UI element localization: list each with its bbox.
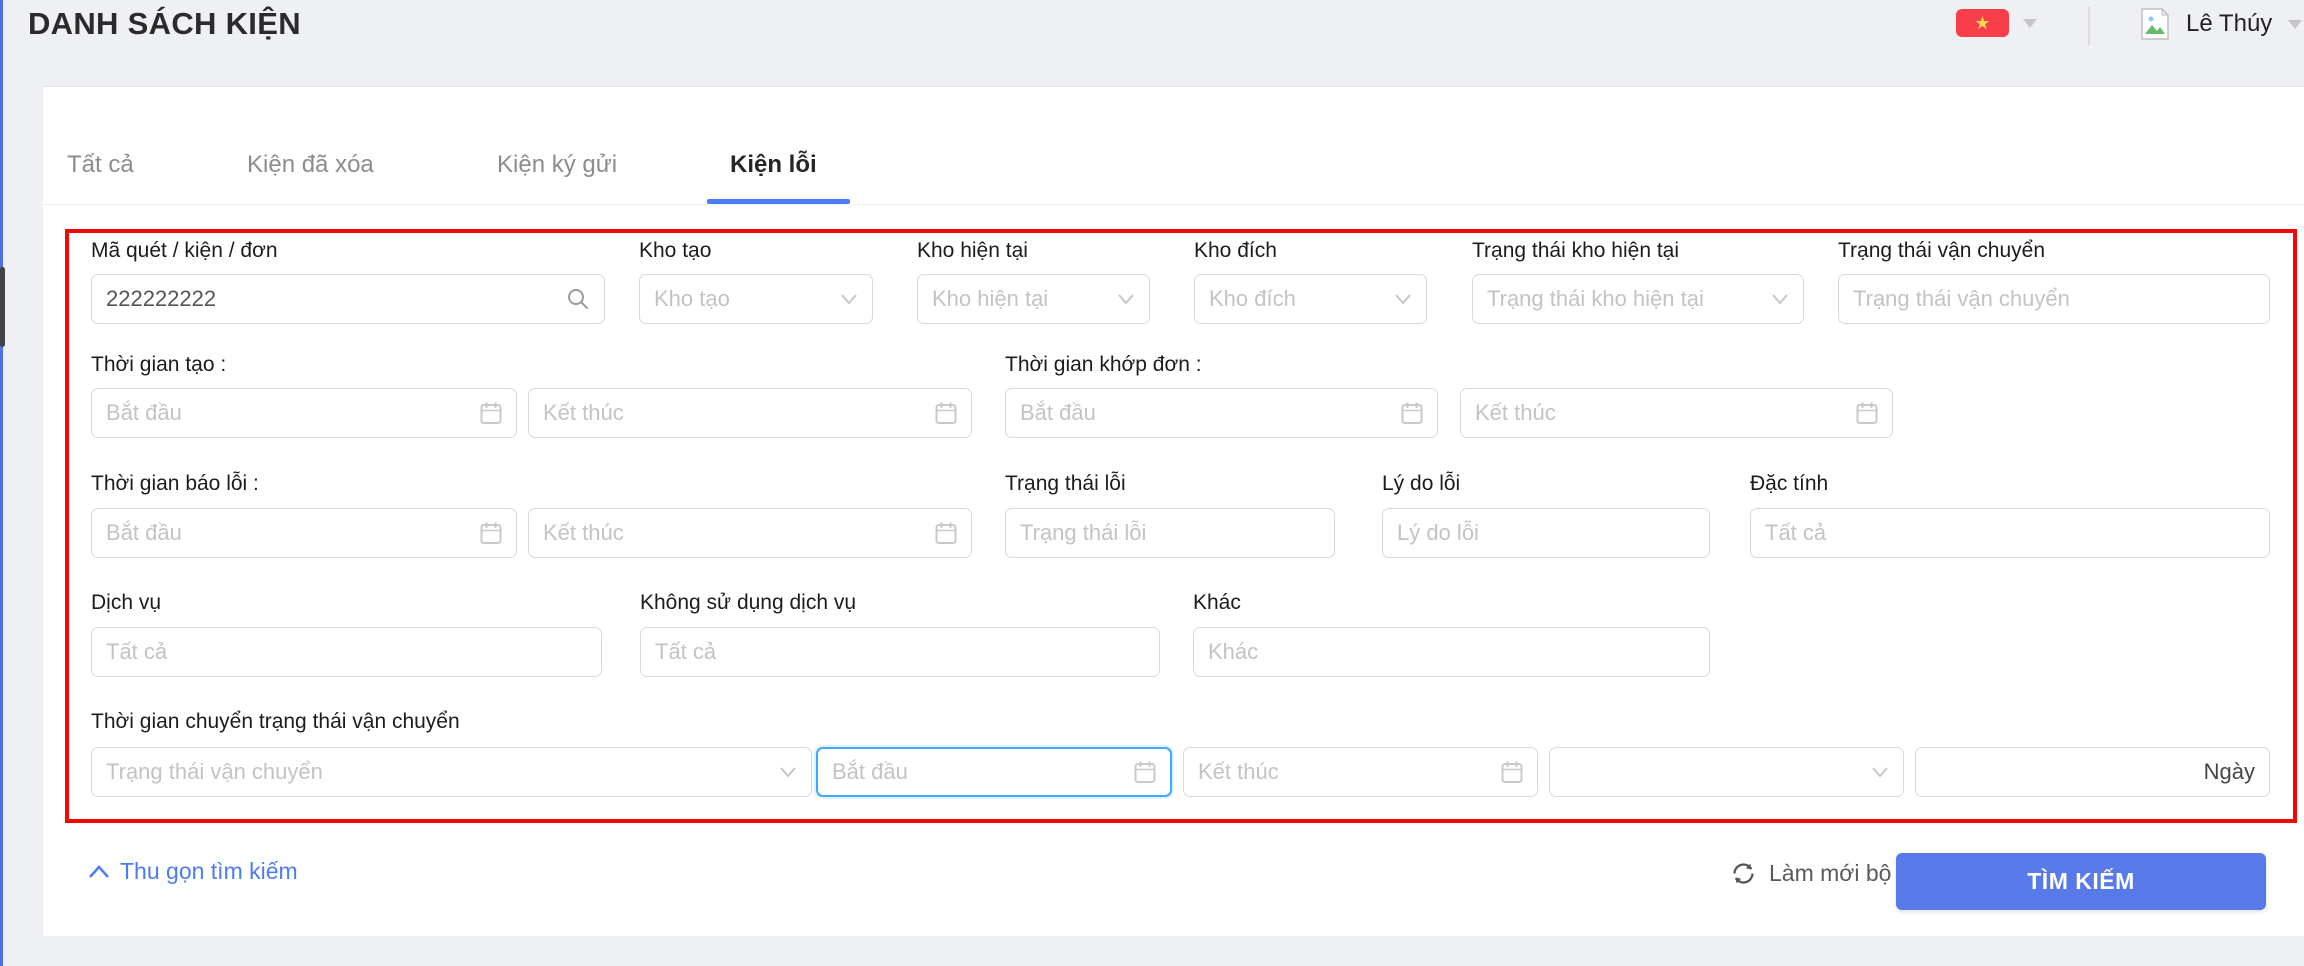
trang-thai-kho-hien-tai-label: Trạng thái kho hiện tại xyxy=(1472,238,1679,264)
thoi-gian-tao-start-input[interactable] xyxy=(106,400,472,426)
chevron-up-icon xyxy=(88,864,110,879)
thoi-gian-tao-start-field[interactable] xyxy=(91,388,517,438)
thoi-gian-tao-end-field[interactable] xyxy=(528,388,972,438)
trang-thai-kho-hien-tai-select[interactable]: Trạng thái kho hiện tại xyxy=(1472,274,1804,324)
kho-hien-tai-label: Kho hiện tại xyxy=(917,238,1028,264)
scan-code-field[interactable] xyxy=(91,274,605,324)
kho-hien-tai-select[interactable]: Kho hiện tại xyxy=(917,274,1150,324)
search-icon xyxy=(566,287,590,311)
trang-thai-loi-input[interactable] xyxy=(1020,520,1320,546)
trang-thai-kho-hien-tai-placeholder: Trạng thái kho hiện tại xyxy=(1487,286,1763,312)
header-divider xyxy=(2088,7,2090,45)
ly-do-loi-label: Lý do lỗi xyxy=(1382,471,1460,497)
chevron-down-icon xyxy=(840,293,858,305)
trang-thai-van-chuyen-label: Trạng thái vận chuyển xyxy=(1838,238,2045,264)
dac-tinh-input[interactable] xyxy=(1765,520,2255,546)
kho-tao-placeholder: Kho tạo xyxy=(654,286,832,312)
chuyen-trang-thai-status-select[interactable]: Trạng thái vận chuyển xyxy=(91,747,812,797)
kho-tao-select[interactable]: Kho tạo xyxy=(639,274,873,324)
tab-kien-da-xoa[interactable]: Kiện đã xóa xyxy=(247,150,374,180)
tab-kien-loi[interactable]: Kiện lỗi xyxy=(730,150,817,180)
thoi-gian-bao-loi-end-input[interactable] xyxy=(543,520,927,546)
chevron-down-icon xyxy=(779,766,797,778)
vertical-scrollbar-thumb[interactable] xyxy=(0,267,5,347)
kho-dich-label: Kho đích xyxy=(1194,238,1277,264)
dac-tinh-field[interactable] xyxy=(1750,508,2270,558)
user-name: Lê Thúy xyxy=(2186,10,2272,38)
chuyen-trang-thai-start-input[interactable] xyxy=(832,759,1126,785)
thoi-gian-bao-loi-label: Thời gian báo lỗi : xyxy=(91,471,259,497)
trang-thai-van-chuyen-field[interactable] xyxy=(1838,274,2270,324)
left-edge-accent xyxy=(0,0,3,966)
calendar-icon xyxy=(1501,760,1523,784)
dich-vu-label: Dịch vụ xyxy=(91,590,161,616)
khong-su-dung-dich-vu-label: Không sử dụng dịch vụ xyxy=(640,590,856,616)
thoi-gian-bao-loi-start-input[interactable] xyxy=(106,520,472,546)
ly-do-loi-input[interactable] xyxy=(1397,520,1695,546)
refresh-icon xyxy=(1730,860,1757,887)
chuyen-trang-thai-extra-select[interactable] xyxy=(1549,747,1904,797)
chevron-down-icon xyxy=(1394,293,1412,305)
calendar-icon xyxy=(1134,760,1156,784)
scan-code-input[interactable] xyxy=(106,286,558,312)
calendar-icon xyxy=(935,521,957,545)
caret-down-icon xyxy=(2288,20,2302,29)
trang-thai-loi-field[interactable] xyxy=(1005,508,1335,558)
thoi-gian-khop-don-start-input[interactable] xyxy=(1020,400,1393,426)
dich-vu-input[interactable] xyxy=(106,639,587,665)
thoi-gian-bao-loi-start-field[interactable] xyxy=(91,508,517,558)
khac-label: Khác xyxy=(1193,590,1241,616)
thoi-gian-bao-loi-end-field[interactable] xyxy=(528,508,972,558)
tab-kien-ky-gui[interactable]: Kiện ký gửi xyxy=(497,150,617,180)
ly-do-loi-field[interactable] xyxy=(1382,508,1710,558)
kho-tao-label: Kho tạo xyxy=(639,238,711,264)
chevron-down-icon xyxy=(1771,293,1789,305)
thoi-gian-khop-don-end-input[interactable] xyxy=(1475,400,1848,426)
calendar-icon xyxy=(480,521,502,545)
chuyen-trang-thai-end-field[interactable] xyxy=(1183,747,1538,797)
kho-dich-select[interactable]: Kho đích xyxy=(1194,274,1427,324)
calendar-icon xyxy=(1856,401,1878,425)
thoi-gian-tao-label: Thời gian tạo : xyxy=(91,352,226,378)
calendar-icon xyxy=(480,401,502,425)
dich-vu-field[interactable] xyxy=(91,627,602,677)
thoi-gian-tao-end-input[interactable] xyxy=(543,400,927,426)
khong-su-dung-dich-vu-input[interactable] xyxy=(655,639,1145,665)
vietnam-flag-icon: ★ xyxy=(1956,9,2009,37)
ngay-suffix-label: Ngày xyxy=(2204,759,2255,785)
thoi-gian-khop-don-end-field[interactable] xyxy=(1460,388,1893,438)
chuyen-trang-thai-status-placeholder: Trạng thái vận chuyển xyxy=(106,759,771,785)
thoi-gian-chuyen-trang-thai-label: Thời gian chuyển trạng thái vận chuyển xyxy=(91,709,460,735)
thoi-gian-khop-don-start-field[interactable] xyxy=(1005,388,1438,438)
khac-field[interactable] xyxy=(1193,627,1710,677)
kho-hien-tai-placeholder: Kho hiện tại xyxy=(932,286,1109,312)
collapse-search-link[interactable]: Thu gọn tìm kiếm xyxy=(88,858,298,885)
language-selector[interactable]: ★ xyxy=(1956,9,2037,37)
user-menu[interactable]: Lê Thúy xyxy=(2140,7,2302,41)
avatar-broken-image-icon xyxy=(2140,7,2170,41)
chuyen-trang-thai-ngay-field[interactable]: Ngày xyxy=(1915,747,2270,797)
thoi-gian-khop-don-label: Thời gian khớp đơn : xyxy=(1005,352,1202,378)
tabbar-border xyxy=(43,204,2304,205)
chuyen-trang-thai-start-field[interactable] xyxy=(816,747,1172,797)
star-icon: ★ xyxy=(1974,14,1990,32)
calendar-icon xyxy=(935,401,957,425)
khong-su-dung-dich-vu-field[interactable] xyxy=(640,627,1160,677)
page-title: DANH SÁCH KIỆN xyxy=(28,6,301,42)
search-button[interactable]: TÌM KIẾM xyxy=(1896,853,2266,910)
dac-tinh-label: Đặc tính xyxy=(1750,471,1828,497)
trang-thai-loi-label: Trạng thái lỗi xyxy=(1005,471,1126,497)
trang-thai-van-chuyen-input[interactable] xyxy=(1853,286,2255,312)
scan-code-label: Mã quét / kiện / đơn xyxy=(91,238,278,264)
chevron-down-icon xyxy=(1117,293,1135,305)
khac-input[interactable] xyxy=(1208,639,1695,665)
chuyen-trang-thai-end-input[interactable] xyxy=(1198,759,1493,785)
caret-down-icon xyxy=(2023,19,2037,28)
chevron-down-icon xyxy=(1871,766,1889,778)
kho-dich-placeholder: Kho đích xyxy=(1209,286,1386,312)
tab-tat-ca[interactable]: Tất cả xyxy=(67,150,134,180)
collapse-search-label: Thu gọn tìm kiếm xyxy=(120,858,298,885)
calendar-icon xyxy=(1401,401,1423,425)
